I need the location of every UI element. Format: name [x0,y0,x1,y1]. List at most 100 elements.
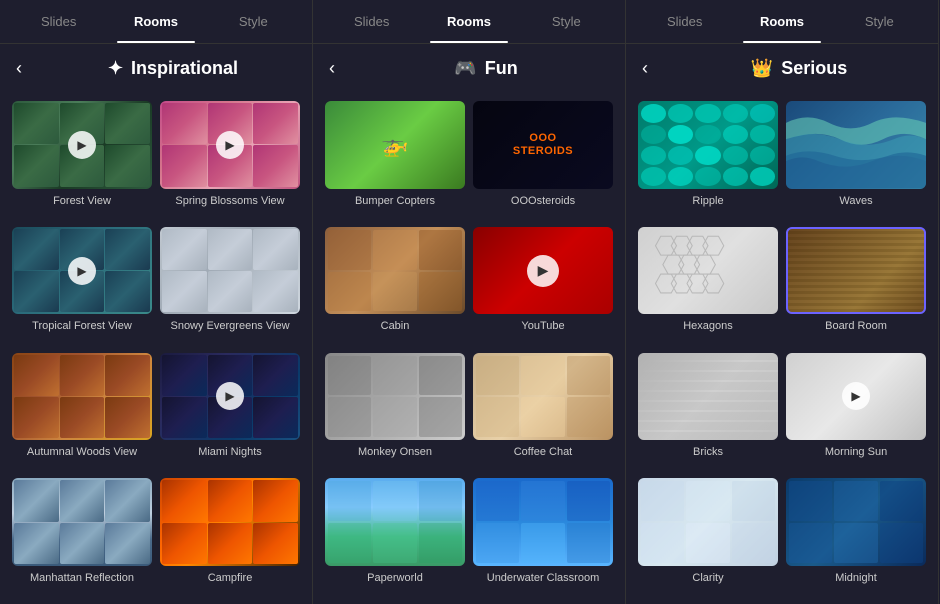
tab-rooms-3[interactable]: Rooms [733,0,830,43]
tab-slides-1[interactable]: Slides [10,0,107,43]
label-clarity: Clarity [692,571,723,585]
label-board-room: Board Room [825,319,887,333]
room-bricks[interactable]: Bricks [638,353,778,471]
label-underwater: Underwater Classroom [487,571,599,585]
header-text-2: Fun [485,58,518,79]
tab-rooms-2[interactable]: Rooms [420,0,517,43]
label-miami: Miami Nights [198,445,262,459]
room-forest-view[interactable]: ▶ Forest View [12,101,152,219]
room-tropical-forest[interactable]: ▶ Tropical Forest View [12,227,152,345]
label-paperworld: Paperworld [367,571,423,585]
panel-header-3: ‹ 👑 Serious [626,44,938,93]
thumb-ooo-steroids: OOOSTEROIDS [473,101,613,189]
back-button-2[interactable]: ‹ [329,58,353,79]
room-youtube[interactable]: ▶ YouTube [473,227,613,345]
thumb-ripple [638,101,778,189]
room-snowy-evergreens[interactable]: Snowy Evergreens View [160,227,300,345]
tab-style-2[interactable]: Style [518,0,615,43]
room-monkey-onsen[interactable]: Monkey Onsen [325,353,465,471]
label-spring-blossoms: Spring Blossoms View [175,194,284,208]
room-board-room[interactable]: Board Room [786,227,926,345]
panel-header-1: ‹ ✦ Inspirational [0,44,312,93]
back-button-1[interactable]: ‹ [16,58,40,79]
label-youtube: YouTube [521,319,564,333]
thumb-coffee-chat [473,353,613,441]
label-manhattan: Manhattan Reflection [30,571,134,585]
thumb-campfire [160,478,300,566]
label-campfire: Campfire [208,571,253,585]
room-autumnal-woods[interactable]: Autumnal Woods View [12,353,152,471]
panel-header-2: ‹ 🎮 Fun [313,44,625,93]
tab-bar-1: Slides Rooms Style [0,0,312,44]
rooms-grid-1: ▶ Forest View ▶ Spring Blossoms View [0,93,312,604]
room-campfire[interactable]: Campfire [160,478,300,596]
room-ripple[interactable]: Ripple [638,101,778,219]
thumb-manhattan [12,478,152,566]
label-bumper-copters: Bumper Copters [355,194,435,208]
room-morning-sun[interactable]: ▶ Morning Sun [786,353,926,471]
thumb-midnight [786,478,926,566]
panel-fun: Slides Rooms Style ‹ 🎮 Fun 🚁 Bumper Copt… [313,0,626,604]
panel-inspirational: Slides Rooms Style ‹ ✦ Inspirational ▶ F… [0,0,313,604]
label-waves: Waves [839,194,872,208]
room-paperworld[interactable]: Paperworld [325,478,465,596]
room-waves[interactable]: Waves [786,101,926,219]
header-text-3: Serious [781,58,847,79]
thumb-monkey-onsen [325,353,465,441]
play-icon-tropical: ▶ [68,257,96,285]
header-title-2: 🎮 Fun [363,58,609,79]
room-clarity[interactable]: Clarity [638,478,778,596]
back-button-3[interactable]: ‹ [642,58,666,79]
label-autumnal: Autumnal Woods View [27,445,137,459]
room-underwater[interactable]: Underwater Classroom [473,478,613,596]
thumb-forest-view: ▶ [12,101,152,189]
play-icon-spring: ▶ [216,131,244,159]
label-ripple: Ripple [692,194,723,208]
room-cabin[interactable]: Cabin [325,227,465,345]
room-miami-nights[interactable]: ▶ Miami Nights [160,353,300,471]
room-coffee-chat[interactable]: Coffee Chat [473,353,613,471]
thumb-snowy [160,227,300,315]
play-icon-miami: ▶ [216,382,244,410]
room-midnight[interactable]: Midnight [786,478,926,596]
thumb-bumper-copters: 🚁 [325,101,465,189]
tab-slides-3[interactable]: Slides [636,0,733,43]
rooms-grid-3: Ripple Waves [626,93,938,604]
thumb-clarity [638,478,778,566]
room-ooo-steroids[interactable]: OOOSTEROIDS OOOsteroids [473,101,613,219]
label-coffee-chat: Coffee Chat [514,445,573,459]
label-bricks: Bricks [693,445,723,459]
thumb-autumnal [12,353,152,441]
play-icon-morning-sun: ▶ [842,382,870,410]
label-ooo-steroids: OOOsteroids [511,194,575,208]
label-monkey-onsen: Monkey Onsen [358,445,432,459]
thumb-hexagons [638,227,778,315]
tab-rooms-1[interactable]: Rooms [107,0,204,43]
tab-bar-2: Slides Rooms Style [313,0,625,44]
tab-style-3[interactable]: Style [831,0,928,43]
thumb-paperworld [325,478,465,566]
tab-slides-2[interactable]: Slides [323,0,420,43]
room-hexagons[interactable]: Hexagons [638,227,778,345]
label-morning-sun: Morning Sun [825,445,887,459]
room-manhattan[interactable]: Manhattan Reflection [12,478,152,596]
label-snowy: Snowy Evergreens View [170,319,289,333]
thumb-board-room [786,227,926,315]
header-text-1: Inspirational [131,58,238,79]
tab-style-1[interactable]: Style [205,0,302,43]
thumb-cabin [325,227,465,315]
label-cabin: Cabin [381,319,410,333]
play-icon-youtube: ▶ [527,255,559,287]
thumb-waves [786,101,926,189]
thumb-spring-blossoms: ▶ [160,101,300,189]
header-icon-3: 👑 [751,58,773,79]
header-title-3: 👑 Serious [676,58,922,79]
play-icon-forest: ▶ [68,131,96,159]
room-bumper-copters[interactable]: 🚁 Bumper Copters [325,101,465,219]
rooms-grid-2: 🚁 Bumper Copters OOOSTEROIDS OOOsteroids [313,93,625,604]
label-midnight: Midnight [835,571,877,585]
header-title-1: ✦ Inspirational [50,58,296,79]
thumb-tropical: ▶ [12,227,152,315]
room-spring-blossoms[interactable]: ▶ Spring Blossoms View [160,101,300,219]
panel-serious: Slides Rooms Style ‹ 👑 Serious [626,0,939,604]
